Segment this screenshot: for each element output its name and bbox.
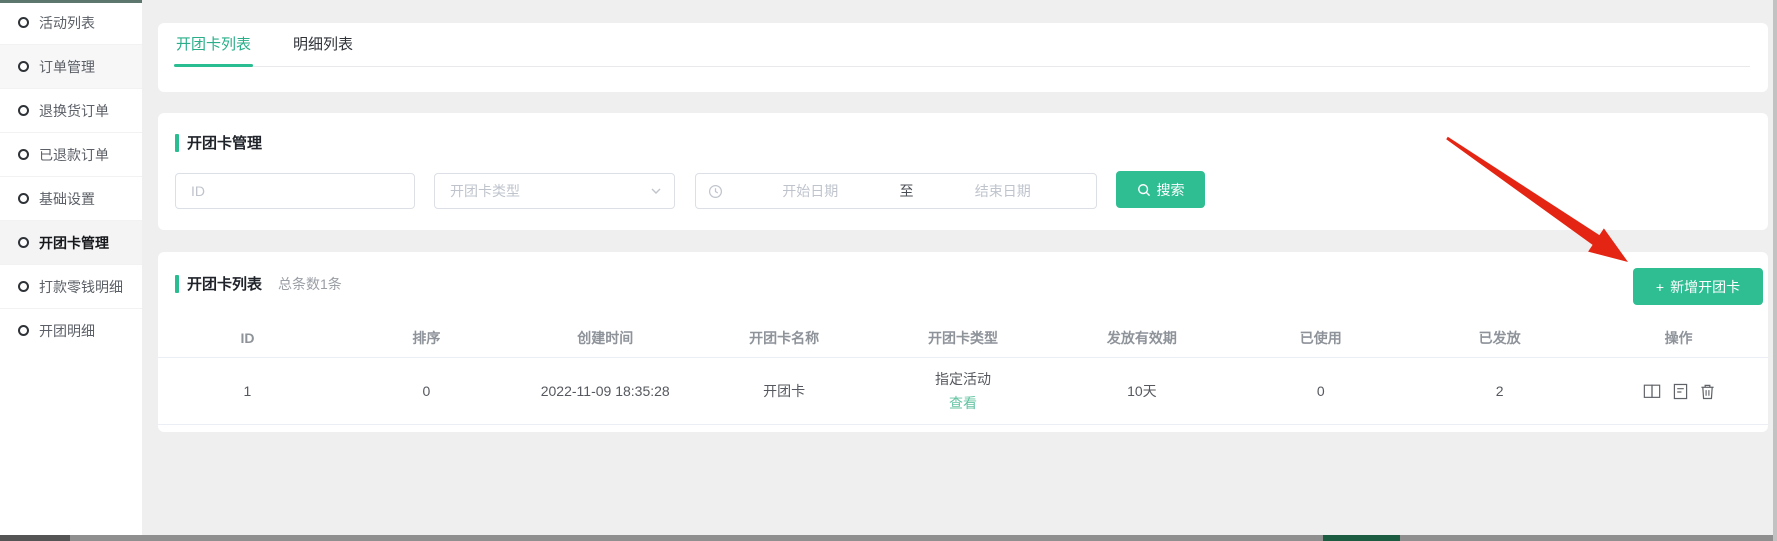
add-button-label: 新增开团卡 <box>1670 277 1740 297</box>
start-date-input[interactable]: 开始日期 <box>729 181 892 201</box>
cell-type: 指定活动 查看 <box>874 369 1053 413</box>
cell-sort: 0 <box>337 383 516 399</box>
filter-card: 开团卡管理 开团卡类型 开始日期 至 结束日期 搜索 <box>158 113 1768 230</box>
cell-id: 1 <box>158 383 337 399</box>
col-header-issued: 已发放 <box>1410 328 1589 348</box>
col-header-validity: 发放有效期 <box>1052 328 1231 348</box>
search-button-label: 搜索 <box>1157 180 1185 200</box>
sidebar-item-group-card-management[interactable]: 开团卡管理 <box>0 220 142 264</box>
col-header-used: 已使用 <box>1231 328 1410 348</box>
circle-icon <box>18 61 29 72</box>
scrollbar-track[interactable] <box>1773 0 1777 541</box>
col-header-id: ID <box>158 330 337 346</box>
list-section-title: 开团卡列表 总条数1条 <box>175 273 342 294</box>
view-link[interactable]: 查看 <box>949 393 977 413</box>
date-range-separator: 至 <box>892 181 922 201</box>
id-input[interactable] <box>191 183 399 199</box>
end-date-input[interactable]: 结束日期 <box>922 181 1085 201</box>
sidebar-item-order-management[interactable]: 订单管理 <box>0 44 142 88</box>
chevron-down-icon <box>650 185 662 197</box>
sidebar-item-basic-settings[interactable]: 基础设置 <box>0 176 142 220</box>
date-range-picker[interactable]: 开始日期 至 结束日期 <box>695 173 1097 209</box>
col-header-sort: 排序 <box>337 328 516 348</box>
window-edge-artifact <box>0 0 142 3</box>
bottom-dark-fragment <box>0 535 70 541</box>
table-row: 1 0 2022-11-09 18:35:28 开团卡 指定活动 查看 10天 … <box>158 357 1768 425</box>
add-group-card-button[interactable]: + 新增开团卡 <box>1633 268 1763 305</box>
cell-validity: 10天 <box>1052 381 1231 401</box>
document-icon[interactable] <box>1673 383 1688 400</box>
clock-icon <box>708 184 723 199</box>
sidebar: 活动列表 订单管理 退换货订单 已退款订单 基础设置 开团卡管理 打款零钱明细 … <box>0 0 142 535</box>
cell-name: 开团卡 <box>695 381 874 401</box>
sidebar-item-return-orders[interactable]: 退换货订单 <box>0 88 142 132</box>
tab-bar: 开团卡列表 明细列表 <box>176 23 1750 67</box>
sidebar-item-refunded-orders[interactable]: 已退款订单 <box>0 132 142 176</box>
col-header-actions: 操作 <box>1589 328 1768 348</box>
tab-detail-list[interactable]: 明细列表 <box>293 23 353 66</box>
card-type-select[interactable]: 开团卡类型 <box>434 173 675 209</box>
circle-icon <box>18 17 29 28</box>
cell-issued: 2 <box>1410 383 1589 399</box>
sidebar-item-group-detail[interactable]: 开团明细 <box>0 308 142 352</box>
circle-icon <box>18 149 29 160</box>
trash-icon[interactable] <box>1700 383 1715 400</box>
sidebar-item-label: 已退款订单 <box>39 145 109 165</box>
search-icon <box>1137 183 1151 197</box>
sidebar-item-payment-detail[interactable]: 打款零钱明细 <box>0 264 142 308</box>
book-icon[interactable] <box>1643 383 1661 400</box>
sidebar-item-label: 开团明细 <box>39 321 95 341</box>
tab-label: 开团卡列表 <box>176 33 251 54</box>
sidebar-item-label: 基础设置 <box>39 189 95 209</box>
tabs-card: 开团卡列表 明细列表 <box>158 23 1768 92</box>
sidebar-item-label: 开团卡管理 <box>39 233 109 253</box>
sidebar-item-label: 打款零钱明细 <box>39 277 123 297</box>
filter-title: 开团卡管理 <box>187 132 262 153</box>
list-card: 开团卡列表 总条数1条 + 新增开团卡 ID 排序 创建时间 开团卡名称 开团卡… <box>158 252 1768 432</box>
bottom-window-edge <box>0 535 1777 541</box>
cell-used: 0 <box>1231 383 1410 399</box>
circle-icon <box>18 237 29 248</box>
tab-label: 明细列表 <box>293 33 353 54</box>
tab-group-card-list[interactable]: 开团卡列表 <box>176 23 251 66</box>
id-field-wrap <box>175 173 415 209</box>
col-header-created: 创建时间 <box>516 328 695 348</box>
table-header-row: ID 排序 创建时间 开团卡名称 开团卡类型 发放有效期 已使用 已发放 操作 <box>158 318 1768 357</box>
filter-section-title: 开团卡管理 <box>175 132 262 153</box>
list-title: 开团卡列表 <box>187 273 262 294</box>
plus-icon: + <box>1656 279 1664 295</box>
total-count-text: 总条数1条 <box>278 274 342 294</box>
col-header-type: 开团卡类型 <box>874 328 1053 348</box>
cell-type-text: 指定活动 <box>935 371 991 387</box>
cell-actions <box>1589 383 1768 400</box>
circle-icon <box>18 325 29 336</box>
circle-icon <box>18 105 29 116</box>
sidebar-item-label: 订单管理 <box>39 57 95 77</box>
card-type-placeholder: 开团卡类型 <box>450 181 520 201</box>
circle-icon <box>18 281 29 292</box>
sidebar-item-label: 退换货订单 <box>39 101 109 121</box>
col-header-name: 开团卡名称 <box>695 328 874 348</box>
sidebar-item-activity-list[interactable]: 活动列表 <box>0 0 142 44</box>
cell-created: 2022-11-09 18:35:28 <box>516 383 695 399</box>
green-bar-icon <box>175 275 179 293</box>
search-button[interactable]: 搜索 <box>1116 171 1205 208</box>
sidebar-item-label: 活动列表 <box>39 13 95 33</box>
green-bar-icon <box>175 134 179 152</box>
bottom-green-fragment <box>1323 535 1400 541</box>
circle-icon <box>18 193 29 204</box>
